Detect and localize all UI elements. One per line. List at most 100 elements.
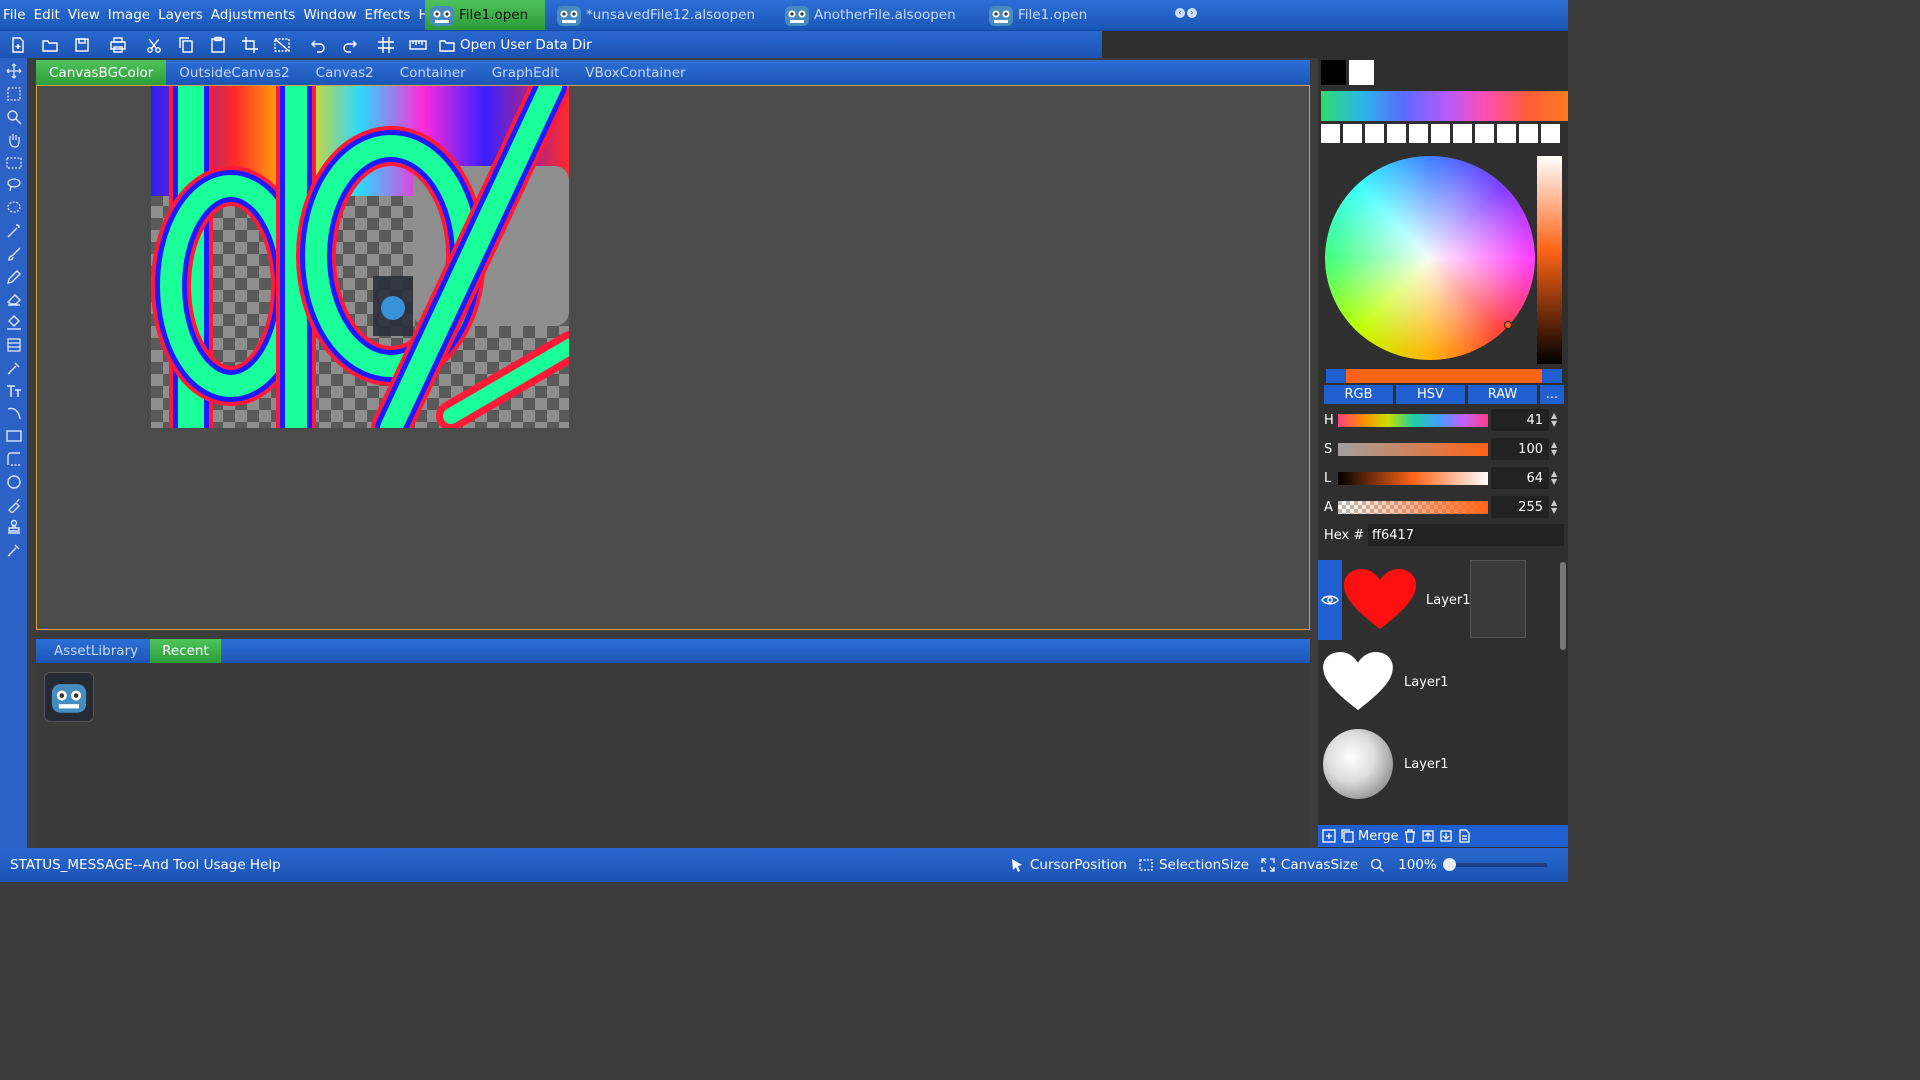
rectangle-icon[interactable] xyxy=(2,425,26,448)
tab-recent[interactable]: Recent xyxy=(150,639,221,663)
l-spinner-icon[interactable]: ▲ ▼ xyxy=(1551,470,1561,486)
pencil-icon[interactable] xyxy=(2,265,26,288)
hand-icon[interactable] xyxy=(2,128,26,151)
canvas-image[interactable] xyxy=(151,86,569,428)
menu-layers[interactable]: Layers xyxy=(155,7,206,23)
layer-row[interactable]: Layer1 xyxy=(1318,724,1540,804)
move-icon[interactable] xyxy=(2,60,26,83)
ellipse-icon[interactable] xyxy=(2,470,26,493)
a-value-field[interactable]: 255 xyxy=(1491,496,1549,518)
hue-strip[interactable] xyxy=(1321,91,1568,121)
s-value-field[interactable]: 100 xyxy=(1491,438,1549,460)
add-layer-icon[interactable] xyxy=(1322,829,1336,843)
delete-layer-icon[interactable] xyxy=(1403,829,1417,843)
new-file-icon[interactable] xyxy=(2,33,34,57)
h-value-field[interactable]: 41 xyxy=(1491,409,1549,431)
rounded-rect-icon[interactable] xyxy=(2,448,26,471)
tab-canvas2[interactable]: Canvas2 xyxy=(303,60,387,85)
preset-swatch[interactable] xyxy=(1365,124,1384,143)
tab-canvasbgcolor[interactable]: CanvasBGColor xyxy=(36,60,167,85)
preset-swatch[interactable] xyxy=(1475,124,1494,143)
tab-vboxcontainer[interactable]: VBoxContainer xyxy=(572,60,698,85)
more-options-button[interactable]: ... xyxy=(1540,385,1564,404)
visibility-eye-icon[interactable] xyxy=(1318,560,1342,640)
lasso-icon[interactable] xyxy=(2,174,26,197)
mode-hsv-button[interactable]: HSV xyxy=(1396,385,1465,404)
file-tab-3[interactable]: AnotherFile.alsoopen xyxy=(780,0,980,30)
primary-color-swatch[interactable] xyxy=(1321,60,1346,85)
file-tab-1[interactable]: File1.open xyxy=(425,0,545,30)
secondary-color-swatch[interactable] xyxy=(1349,60,1374,85)
layers-scrollbar[interactable] xyxy=(1560,562,1566,650)
zoom-slider-knob[interactable] xyxy=(1442,858,1456,871)
bucket-icon[interactable] xyxy=(2,311,26,334)
eraser-icon[interactable] xyxy=(2,288,26,311)
curve-icon[interactable] xyxy=(2,402,26,425)
zoom-icon[interactable] xyxy=(2,106,26,129)
eyedropper-icon[interactable] xyxy=(2,356,26,379)
menu-view[interactable]: View xyxy=(65,7,103,23)
magic-wand-icon[interactable] xyxy=(2,220,26,243)
open-user-data-dir-button[interactable]: Open User Data Dir xyxy=(438,36,592,54)
menu-image[interactable]: Image xyxy=(105,7,153,23)
select-none-icon[interactable] xyxy=(266,33,298,57)
preset-swatch[interactable] xyxy=(1541,124,1560,143)
menu-window[interactable]: Window xyxy=(300,7,359,23)
move-layer-down-icon[interactable] xyxy=(1439,829,1453,843)
s-spinner-icon[interactable]: ▲ ▼ xyxy=(1551,441,1561,457)
paste-icon[interactable] xyxy=(202,33,234,57)
zoom-slider[interactable] xyxy=(1442,858,1547,871)
mode-rgb-button[interactable]: RGB xyxy=(1324,385,1393,404)
preset-swatch[interactable] xyxy=(1343,124,1362,143)
save-icon[interactable] xyxy=(66,33,98,57)
copy-icon[interactable] xyxy=(170,33,202,57)
l-slider[interactable] xyxy=(1338,471,1488,485)
cut-icon[interactable] xyxy=(138,33,170,57)
scroll-right-icon[interactable]: › xyxy=(1187,8,1197,18)
stamp-icon[interactable] xyxy=(2,516,26,539)
brush-icon[interactable] xyxy=(2,242,26,265)
canvas-area[interactable] xyxy=(36,85,1310,630)
layer-row[interactable]: Layer1 xyxy=(1318,560,1562,640)
a-spinner-icon[interactable]: ▲ ▼ xyxy=(1551,499,1561,515)
layer-row[interactable]: Layer1 xyxy=(1318,642,1540,722)
duplicate-layer-icon[interactable] xyxy=(1340,829,1354,843)
menu-adjustments[interactable]: Adjustments xyxy=(208,7,299,23)
tab-graphedit[interactable]: GraphEdit xyxy=(479,60,573,85)
preset-swatch[interactable] xyxy=(1321,124,1340,143)
menu-effects[interactable]: Effects xyxy=(362,7,414,23)
color-picker-icon[interactable] xyxy=(2,539,26,562)
preset-swatch[interactable] xyxy=(1387,124,1406,143)
tab-assetlibrary[interactable]: AssetLibrary xyxy=(42,639,150,663)
color-wheel[interactable] xyxy=(1325,156,1535,360)
gradient-icon[interactable] xyxy=(2,334,26,357)
scroll-left-icon[interactable]: ‹ xyxy=(1175,8,1185,18)
menu-file[interactable]: File xyxy=(0,7,29,23)
l-value-field[interactable]: 64 xyxy=(1491,467,1549,489)
preset-swatch[interactable] xyxy=(1431,124,1450,143)
merge-button[interactable]: Merge xyxy=(1358,829,1399,844)
file-tab-2[interactable]: *unsavedFile12.alsoopen xyxy=(552,0,772,30)
file-tab-4[interactable]: File1.open xyxy=(984,0,1102,30)
s-slider[interactable] xyxy=(1338,442,1488,456)
h-slider[interactable] xyxy=(1338,413,1488,427)
preset-swatch[interactable] xyxy=(1453,124,1472,143)
hex-input[interactable]: ff6417 xyxy=(1368,524,1564,546)
ruler-icon[interactable] xyxy=(402,33,434,57)
smudge-icon[interactable] xyxy=(2,493,26,516)
preset-swatch[interactable] xyxy=(1497,124,1516,143)
preset-swatch[interactable] xyxy=(1409,124,1428,143)
h-spinner-icon[interactable]: ▲ ▼ xyxy=(1551,412,1561,428)
rect-select-icon[interactable] xyxy=(2,83,26,106)
text-icon[interactable] xyxy=(2,379,26,402)
preset-swatch[interactable] xyxy=(1519,124,1538,143)
magic-lasso-icon[interactable] xyxy=(2,197,26,220)
recent-asset-item[interactable] xyxy=(44,672,94,722)
select-icon[interactable] xyxy=(2,151,26,174)
grid-icon[interactable] xyxy=(370,33,402,57)
a-slider[interactable] xyxy=(1338,500,1488,514)
crop-icon[interactable] xyxy=(234,33,266,57)
open-folder-icon[interactable] xyxy=(34,33,66,57)
move-layer-up-icon[interactable] xyxy=(1421,829,1435,843)
zoom-icon[interactable] xyxy=(1370,858,1385,872)
